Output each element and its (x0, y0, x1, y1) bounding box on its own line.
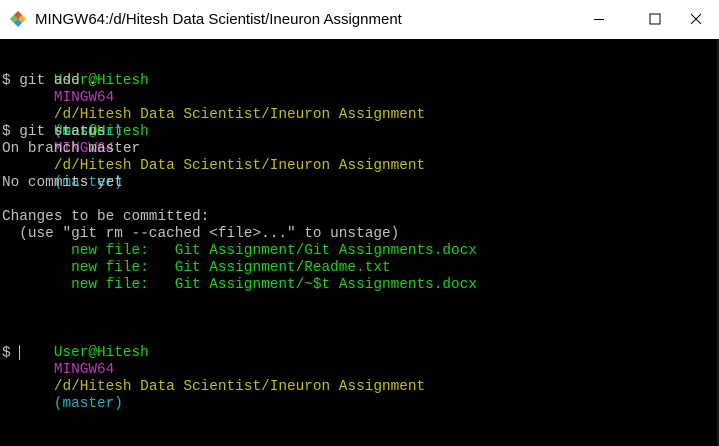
prompt-line: User@Hitesh MINGW64 /d/Hitesh Data Scien… (2, 328, 425, 412)
staged-file-line: new file: Git Assignment/~$t Assignments… (2, 277, 477, 293)
prompt-path: /d/Hitesh Data Scientist/Ineuron Assignm… (53, 158, 426, 174)
staged-file-line: new file: Git Assignment/Readme.txt (2, 260, 391, 276)
command-text: git add . (10, 73, 97, 89)
prompt-symbol: $ (2, 73, 11, 89)
title-bar[interactable]: MINGW64:/d/Hitesh Data Scientist/Ineuron… (0, 0, 719, 39)
output-unstage-hint: (use "git rm --cached <file>..." to unst… (2, 226, 400, 242)
staged-file-line: new file: Git Assignment/Git Assignments… (2, 243, 477, 259)
prompt-line: User@Hitesh MINGW64 /d/Hitesh Data Scien… (2, 107, 425, 191)
maximize-button[interactable] (632, 0, 678, 39)
window-title: MINGW64:/d/Hitesh Data Scientist/Ineuron… (35, 11, 402, 28)
prompt-user: User@Hitesh (53, 345, 149, 361)
prompt-shell: MINGW64 (53, 90, 115, 106)
active-input-line[interactable]: $ (2, 345, 20, 362)
minimize-button[interactable] (576, 0, 622, 39)
output-no-commits: No commits yet (2, 175, 123, 191)
command-line: $ git add . (2, 73, 97, 90)
command-text: git status (10, 124, 106, 140)
prompt-line: User@Hitesh MINGW64 /d/Hitesh Data Scien… (2, 56, 425, 140)
text-cursor (18, 345, 20, 360)
terminal-area[interactable]: User@Hitesh MINGW64 /d/Hitesh Data Scien… (0, 39, 719, 446)
prompt-path: /d/Hitesh Data Scientist/Ineuron Assignm… (53, 379, 426, 395)
prompt-branch: (master) (53, 396, 123, 412)
git-bash-app-icon[interactable] (9, 10, 27, 28)
git-bash-window: MINGW64:/d/Hitesh Data Scientist/Ineuron… (0, 0, 719, 446)
output-changes-header: Changes to be committed: (2, 209, 210, 225)
prompt-symbol: $ (2, 345, 11, 362)
prompt-symbol: $ (2, 124, 11, 140)
command-line: $ git status (2, 124, 106, 141)
prompt-shell: MINGW64 (53, 362, 115, 378)
close-button[interactable] (673, 0, 719, 39)
output-on-branch: On branch master (2, 141, 141, 157)
